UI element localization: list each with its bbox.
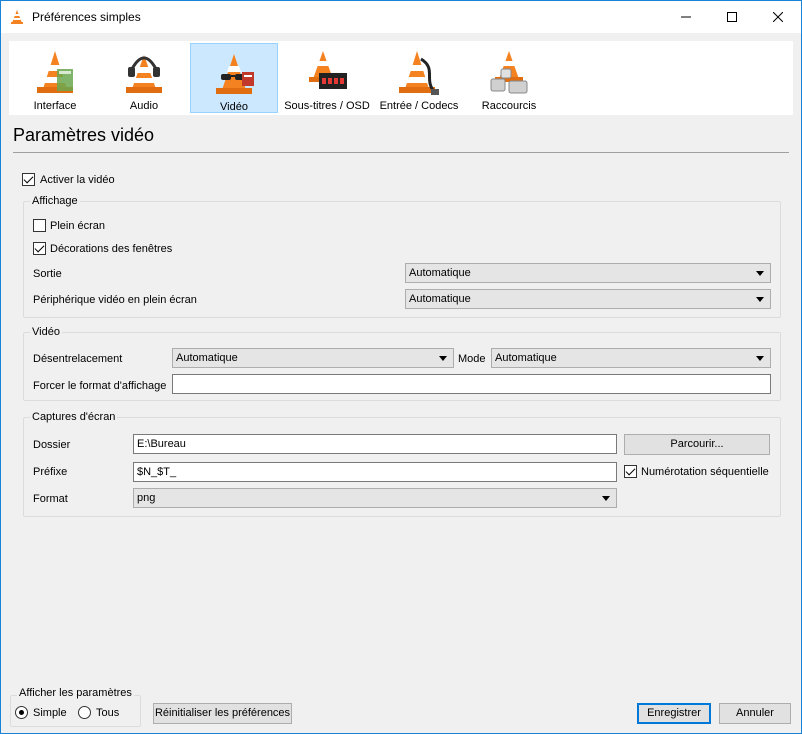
snapshots-group-title: Captures d'écran <box>30 411 118 423</box>
show-settings-group <box>10 695 141 727</box>
all-radio-label: Tous <box>96 707 120 719</box>
fullscreen-checkbox[interactable] <box>33 219 46 232</box>
video-group-title: Vidéo <box>30 326 62 338</box>
cancel-button[interactable]: Annuler <box>719 703 791 724</box>
vlc-cone-subtitles-icon <box>309 51 347 89</box>
window-title: Préférences simples <box>32 10 141 24</box>
snapshot-prefix-value: $N_$T_ <box>137 466 177 478</box>
chevron-down-icon <box>602 496 610 501</box>
deinterlace-value: Automatique <box>176 352 238 364</box>
fullscreen-device-label: Périphérique vidéo en plein écran <box>33 294 197 306</box>
deinterlace-label: Désentrelacement <box>33 353 123 365</box>
all-radio[interactable] <box>78 706 91 719</box>
vlc-cone-glasses-icon <box>216 54 254 94</box>
mode-label: Mode <box>458 353 486 365</box>
category-label: Raccourcis <box>481 100 537 112</box>
vlc-cone-cable-icon <box>399 51 439 95</box>
category-hotkeys[interactable]: Raccourcis <box>465 43 553 113</box>
snapshot-folder-input[interactable]: E:\Bureau <box>133 434 617 454</box>
deinterlace-mode-value: Automatique <box>495 352 557 364</box>
minimize-button[interactable] <box>663 1 709 33</box>
title-bar: Préférences simples <box>1 1 801 33</box>
output-select[interactable]: Automatique <box>405 263 771 283</box>
fullscreen-device-select[interactable]: Automatique <box>405 289 771 309</box>
category-video[interactable]: Vidéo <box>190 43 278 113</box>
close-button[interactable] <box>755 1 801 33</box>
format-label: Format <box>33 493 68 505</box>
aspect-ratio-input[interactable] <box>172 374 771 394</box>
prefix-label: Préfixe <box>33 466 68 478</box>
category-input-codecs[interactable]: Entrée / Codecs <box>375 43 463 113</box>
enable-video-label: Activer la vidéo <box>40 174 115 186</box>
category-interface[interactable]: Interface <box>11 43 99 113</box>
page-title: Paramètres vidéo <box>13 125 155 145</box>
category-label: Interface <box>33 100 77 112</box>
chevron-down-icon <box>756 271 764 276</box>
category-label: Audio <box>129 100 159 112</box>
preferences-window: Préférences simples Interface Audio Vidé… <box>0 0 802 734</box>
sequential-numbering-label: Numérotation séquentielle <box>641 466 769 478</box>
chevron-down-icon <box>756 297 764 302</box>
window-decorations-checkbox[interactable] <box>33 242 46 255</box>
chevron-down-icon <box>439 356 447 361</box>
close-icon <box>773 12 783 22</box>
output-label: Sortie <box>33 268 62 280</box>
folder-label: Dossier <box>33 439 71 451</box>
snapshot-format-value: png <box>137 492 156 504</box>
vlc-app-icon <box>11 10 23 24</box>
snapshot-folder-value: E:\Bureau <box>137 438 186 450</box>
display-group-title: Affichage <box>30 195 80 207</box>
minimize-icon <box>681 16 691 18</box>
snapshot-format-select[interactable]: png <box>133 488 617 508</box>
title-divider <box>13 152 789 153</box>
deinterlace-select[interactable]: Automatique <box>172 348 454 368</box>
vlc-cone-headphones-icon <box>126 55 162 93</box>
fullscreen-device-value: Automatique <box>409 293 471 305</box>
maximize-button[interactable] <box>709 1 755 33</box>
category-label: Vidéo <box>220 101 248 113</box>
vlc-cone-hotkeys-icon <box>490 51 528 94</box>
snapshot-prefix-input[interactable]: $N_$T_ <box>133 462 617 482</box>
output-select-value: Automatique <box>409 267 471 279</box>
category-label: Sous-titres / OSD <box>284 100 370 112</box>
category-subtitles-osd[interactable]: Sous-titres / OSD <box>281 43 373 113</box>
simple-radio[interactable] <box>15 706 28 719</box>
category-toolbar: Interface Audio Vidéo Sous-titres / OSD … <box>9 41 793 115</box>
reset-preferences-button[interactable]: Réinitialiser les préférences <box>153 703 292 724</box>
category-label: Entrée / Codecs <box>379 100 459 112</box>
enable-video-checkbox[interactable] <box>22 173 35 186</box>
save-button[interactable]: Enregistrer <box>637 703 711 724</box>
window-decorations-label: Décorations des fenêtres <box>50 243 173 255</box>
fullscreen-label: Plein écran <box>50 220 106 232</box>
browse-button[interactable]: Parcourir... <box>624 434 770 455</box>
sequential-numbering-checkbox[interactable] <box>624 465 637 478</box>
deinterlace-mode-select[interactable]: Automatique <box>491 348 771 368</box>
aspect-ratio-label: Forcer le format d'affichage <box>33 380 167 392</box>
show-settings-title: Afficher les paramètres <box>17 687 134 699</box>
category-audio[interactable]: Audio <box>101 43 187 113</box>
vlc-cone-interface-icon <box>37 51 73 93</box>
chevron-down-icon <box>756 356 764 361</box>
simple-radio-label: Simple <box>33 707 67 719</box>
maximize-icon <box>727 12 737 22</box>
